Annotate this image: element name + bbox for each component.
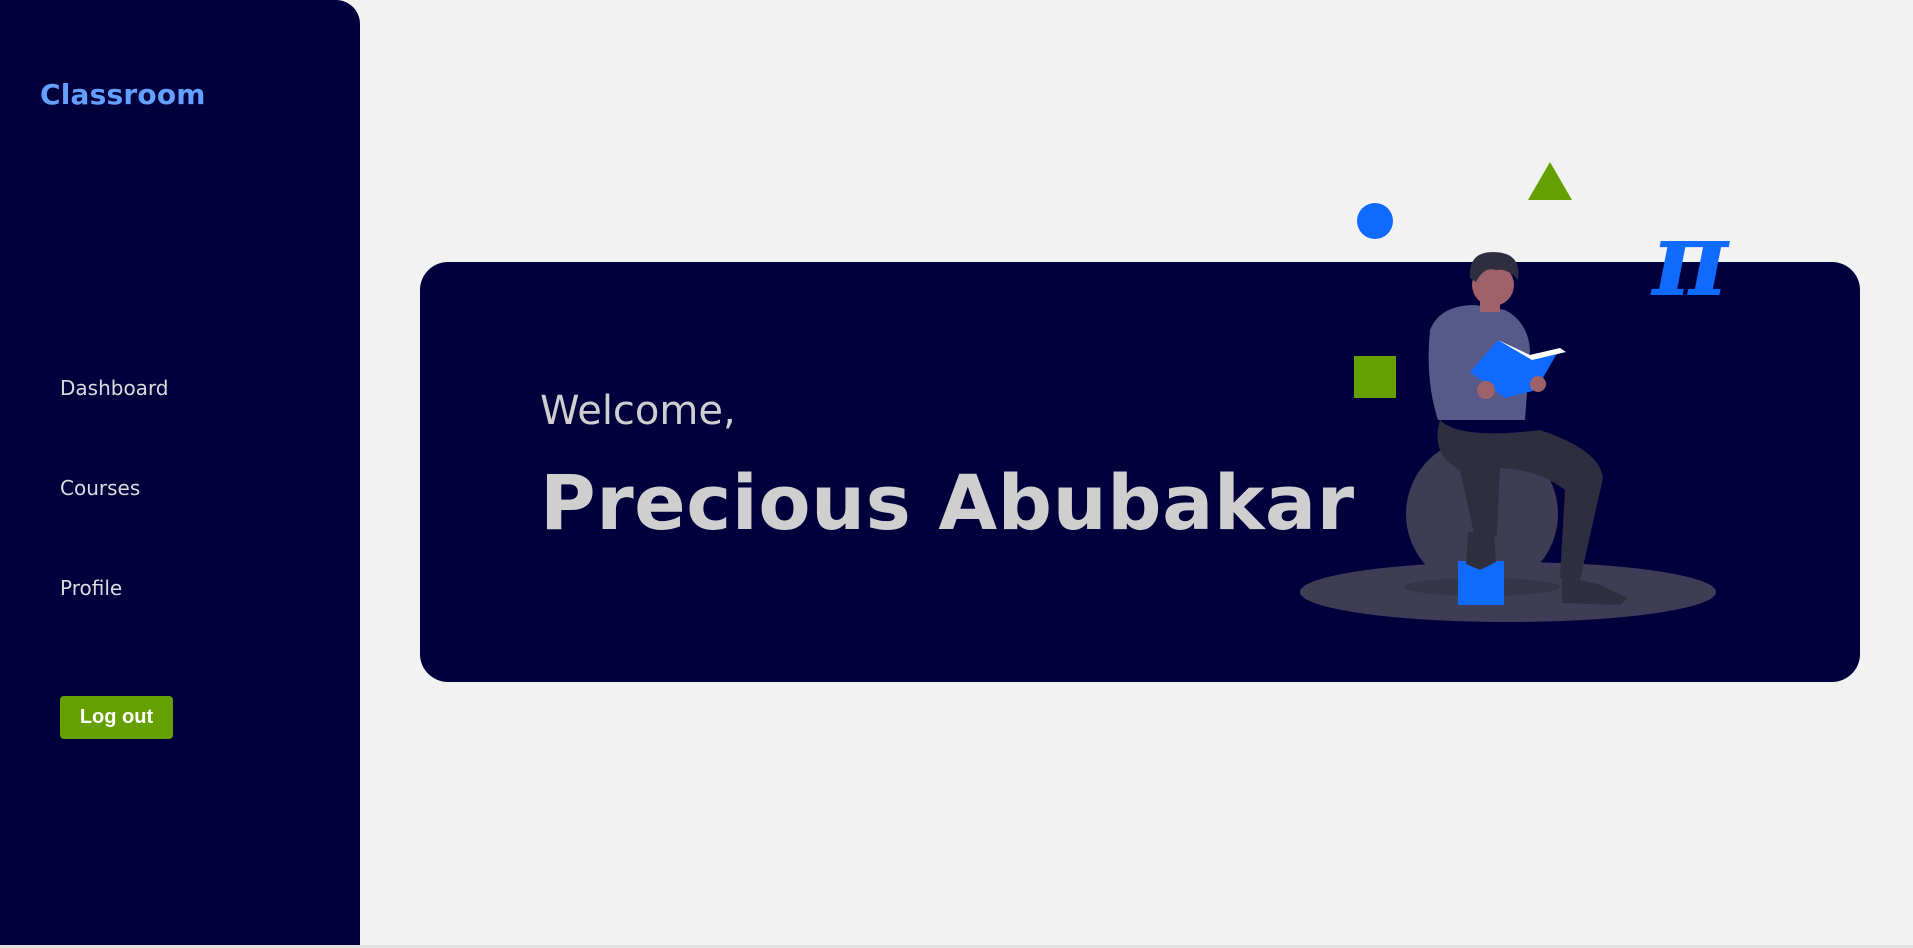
brand-logo[interactable]: Classroom <box>40 78 206 111</box>
circle-shape <box>1357 203 1393 239</box>
sidebar-item-dashboard[interactable]: Dashboard <box>60 376 169 476</box>
app: Classroom Dashboard Courses Profile Log … <box>0 0 1913 948</box>
logout-button[interactable]: Log out <box>60 696 173 739</box>
sidebar-item-courses[interactable]: Courses <box>60 476 169 576</box>
sidebar: Classroom Dashboard Courses Profile Log … <box>0 0 360 945</box>
user-name: Precious Abubakar <box>540 458 1355 547</box>
sidebar-item-profile[interactable]: Profile <box>60 576 169 676</box>
welcome-greeting: Welcome, <box>540 388 736 434</box>
sidebar-nav: Dashboard Courses Profile <box>60 376 169 676</box>
triangle-shape <box>1528 162 1572 200</box>
